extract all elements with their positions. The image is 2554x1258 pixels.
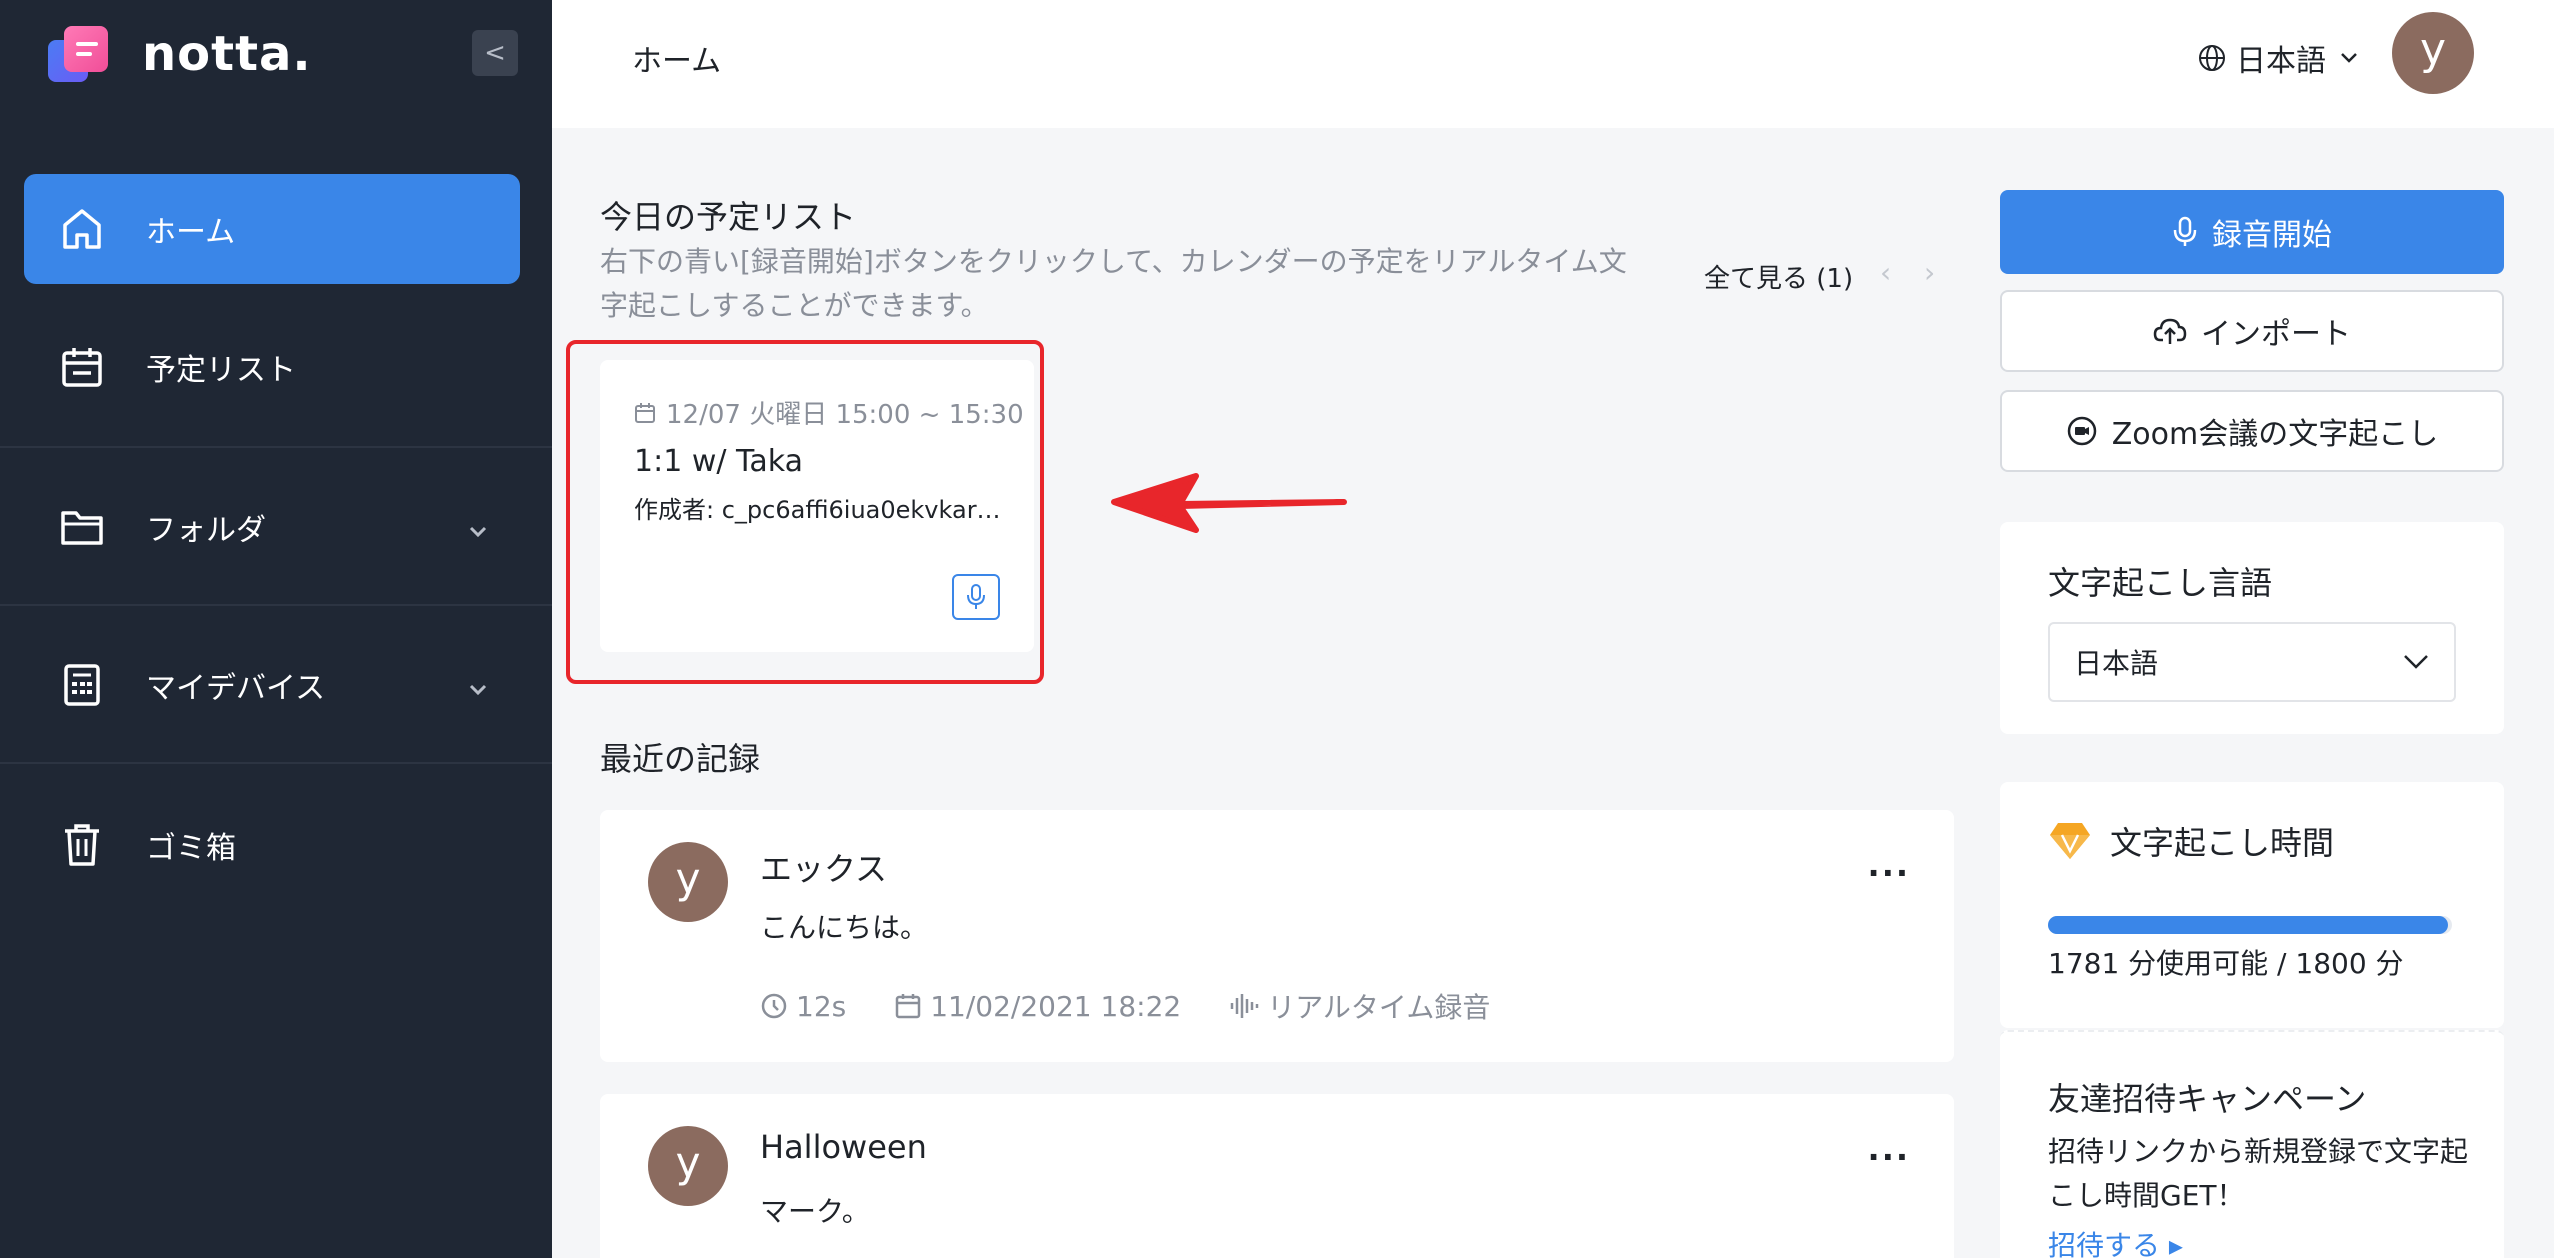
view-all-link[interactable]: 全て見る (1) [1704, 258, 1853, 295]
sidebar-item-trash[interactable]: ゴミ箱 [24, 790, 520, 900]
language-switcher[interactable]: 日本語 [2198, 36, 2368, 80]
more-options-button[interactable]: ··· [1868, 854, 1910, 892]
more-options-button[interactable]: ··· [1868, 1138, 1910, 1176]
schedule-description: 右下の青い[録音開始]ボタンをクリックして、カレンダーの予定をリアルタイム文字起… [600, 245, 1627, 322]
schedule-section-title: 今日の予定リスト [600, 198, 857, 236]
sidebar-item-schedule[interactable]: 予定リスト [24, 312, 520, 422]
chevron-down-icon[interactable] [468, 512, 488, 547]
usage-progress-bar [2048, 916, 2452, 934]
record-snippet: こんにちは。 [760, 911, 929, 944]
folder-icon [58, 503, 106, 551]
zoom-camera-icon [2067, 416, 2096, 446]
transcription-time-panel: 文字起こし時間 1781 分使用可能 / 1800 分 [2000, 782, 2504, 1028]
prev-page-button[interactable]: ‹ [1880, 256, 1891, 289]
trash-icon [58, 821, 106, 869]
record-avatar: y [648, 1126, 728, 1206]
sidebar-divider [0, 604, 552, 606]
microphone-icon [2173, 216, 2197, 246]
calendar-icon [895, 994, 921, 1019]
record-type-text: リアルタイム録音 [1267, 991, 1491, 1024]
transcription-language-title: 文字起こし言語 [2048, 564, 2273, 602]
sidebar-item-label: ホーム [146, 215, 236, 250]
record-type: リアルタイム録音 [1229, 986, 1490, 1026]
zoom-transcribe-button[interactable]: Zoom会議の文字起こし [2000, 390, 2504, 472]
recent-section-title: 最近の記録 [600, 740, 761, 778]
usage-text: 1781 分使用可能 / 1800 分 [2048, 947, 2404, 980]
globe-icon [2199, 45, 2225, 71]
logo-icon [44, 22, 116, 86]
usage-progress-fill [2048, 916, 2448, 934]
sidebar-divider [0, 446, 552, 448]
chevron-down-icon [2341, 53, 2357, 63]
waveform-icon [1230, 994, 1259, 1018]
invite-title: 友達招待キャンペーン [2048, 1080, 2367, 1118]
calendar-icon [58, 343, 106, 391]
highlight-annotation-box [566, 340, 1044, 684]
diamond-icon [2048, 821, 2092, 861]
top-header: ホーム 日本語 y [552, 0, 2554, 128]
record-card[interactable]: y エックス こんにちは。 ··· 12s 11/02/2021 18:22 リ… [600, 810, 1954, 1062]
invite-link[interactable]: 招待する ▸ [2048, 1224, 2183, 1258]
sidebar-item-label: 予定リスト [146, 353, 296, 388]
invite-campaign-panel: 友達招待キャンペーン 招待リンクから新規登録で文字起こし時間GET！ 招待する … [2000, 1030, 2504, 1258]
record-card[interactable]: y Halloween マーク。 ··· [600, 1094, 1954, 1258]
notta-logo[interactable]: notta. [44, 22, 312, 86]
sidebar: notta. < ホーム 予定リスト フォルダ マイデバイス ゴミ箱 [0, 0, 552, 1258]
chevron-down-icon[interactable] [468, 670, 488, 705]
sidebar-item-label: マイデバイス [146, 671, 326, 706]
arrow-left-annotation-icon [1111, 473, 1347, 533]
chevron-down-icon [2404, 655, 2428, 669]
start-recording-label: 録音開始 [2212, 218, 2332, 253]
record-title: エックス [760, 850, 888, 888]
page-title: ホーム [632, 44, 722, 79]
transcription-language-value: 日本語 [2074, 647, 2159, 680]
invite-description: 招待リンクから新規登録で文字起こし時間GET！ [2048, 1135, 2469, 1212]
transcription-time-title: 文字起こし時間 [2110, 824, 2335, 862]
sidebar-item-home[interactable]: ホーム [24, 174, 520, 284]
brand-name: notta. [142, 26, 312, 82]
record-date: 11/02/2021 18:22 [894, 990, 1181, 1023]
cloud-upload-icon [2153, 318, 2187, 344]
sidebar-item-label: ゴミ箱 [146, 831, 236, 866]
language-label: 日本語 [2236, 44, 2326, 79]
sidebar-item-label: フォルダ [146, 513, 266, 548]
record-duration: 12s [760, 990, 846, 1023]
transcription-language-select[interactable]: 日本語 [2048, 622, 2456, 702]
user-avatar[interactable]: y [2392, 12, 2474, 94]
sidebar-item-folder[interactable]: フォルダ [24, 472, 520, 582]
start-recording-button[interactable]: 録音開始 [2000, 190, 2504, 274]
record-duration-text: 12s [796, 989, 847, 1023]
zoom-transcribe-label: Zoom会議の文字起こし [2111, 417, 2439, 452]
transcription-language-panel: 文字起こし言語 日本語 [2000, 522, 2504, 734]
record-title: Halloween [760, 1128, 927, 1166]
record-date-text: 11/02/2021 18:22 [930, 989, 1182, 1023]
clock-icon [761, 993, 787, 1019]
record-avatar: y [648, 842, 728, 922]
sidebar-item-my-devices[interactable]: マイデバイス [24, 630, 520, 740]
record-meta: 12s 11/02/2021 18:22 リアルタイム録音 [760, 986, 1538, 1026]
home-icon [58, 205, 106, 253]
next-page-button[interactable]: › [1924, 256, 1935, 289]
import-button[interactable]: インポート [2000, 290, 2504, 372]
import-label: インポート [2201, 317, 2351, 352]
collapse-sidebar-button[interactable]: < [472, 30, 518, 76]
sidebar-divider [0, 762, 552, 764]
device-icon [58, 661, 106, 709]
transcription-time-header: 文字起こし時間 [2048, 818, 2334, 864]
record-snippet: マーク。 [760, 1195, 870, 1228]
